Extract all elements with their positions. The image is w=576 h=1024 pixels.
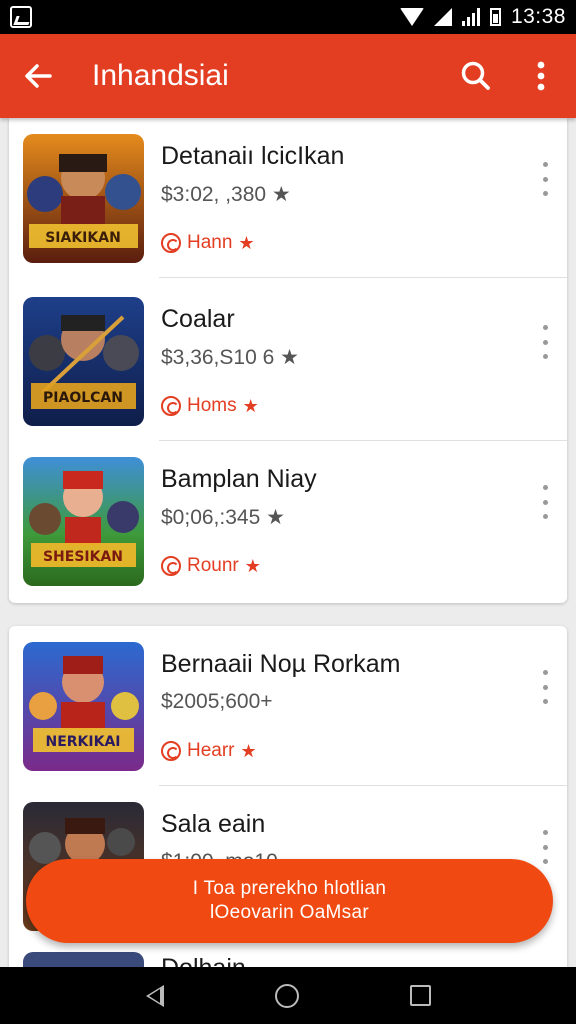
star-icon: ★ (238, 232, 255, 253)
data-bars-icon (461, 8, 480, 26)
list-item[interactable]: PIAOLCAN Coalar $3,36,S10 6 ★ Homs ★ (9, 281, 567, 441)
game-thumbnail: NERKIKAI (23, 642, 144, 771)
item-menu-button[interactable] (537, 325, 553, 359)
cta-line-1: I Toa prerekho hlotlian (192, 878, 387, 899)
wifi-icon (399, 8, 424, 26)
search-icon (461, 61, 490, 90)
star-icon: ★ (240, 740, 257, 761)
item-menu-button[interactable] (537, 162, 553, 196)
item-tag: Rounr ★ (161, 555, 261, 577)
divider (159, 277, 567, 278)
status-bar: 13:38 (0, 0, 576, 34)
nav-recents-icon[interactable] (409, 985, 431, 1006)
nav-back-icon[interactable] (145, 984, 164, 1007)
search-button[interactable] (446, 34, 506, 118)
refresh-circle-icon (161, 396, 181, 416)
item-price: $0;06,:345 ★ (161, 506, 285, 529)
list-item-partial[interactable]: Dolhain (9, 948, 567, 968)
back-button[interactable] (0, 34, 76, 118)
item-menu-button[interactable] (537, 485, 553, 519)
item-list-card: SIAKIKAN Detanaiı lcicIkan $3:02, ,380 ★… (9, 118, 567, 603)
gallery-icon (10, 6, 32, 28)
item-name: Bernaaii Noµ Rorkam (161, 650, 401, 678)
svg-text:SHESIKAN: SHESIKAN (43, 549, 123, 565)
refresh-circle-icon (161, 556, 181, 576)
overflow-menu-button[interactable] (506, 34, 576, 118)
item-name: Detanaiı lcicIkan (161, 142, 345, 170)
page-title: Inhandsiai (92, 59, 229, 92)
status-time: 13:38 (510, 5, 566, 28)
app-bar: Inhandsiai (0, 34, 576, 118)
item-menu-button[interactable] (537, 830, 553, 864)
more-vert-icon (537, 61, 545, 91)
list-item[interactable]: SHESIKAN Bamplan Niay $0;06,:345 ★ Rounr… (9, 441, 567, 601)
item-name: Sala eain (161, 810, 266, 838)
game-thumbnail: SIAKIKAN (23, 134, 144, 263)
svg-text:PIAOLCAN: PIAOLCAN (43, 390, 123, 406)
nav-home-icon[interactable] (274, 983, 299, 1008)
refresh-circle-icon (161, 741, 181, 761)
item-name: Coalar (161, 305, 235, 333)
item-price: $3,36,S10 6 ★ (161, 346, 299, 369)
battery-icon (489, 8, 501, 26)
game-thumbnail: SHESIKAN (23, 457, 144, 586)
list-item[interactable]: NERKIKAI Bernaaii Noµ Rorkam $2005;600+ … (9, 626, 567, 786)
star-icon: ★ (242, 395, 259, 416)
item-tag: Hann ★ (161, 232, 255, 254)
item-menu-button[interactable] (537, 670, 553, 704)
star-icon: ★ (244, 555, 261, 576)
status-icons: 13:38 (399, 5, 566, 29)
item-price: $2005;600+ (161, 690, 273, 713)
item-tag: Homs ★ (161, 395, 259, 417)
svg-text:SIAKIKAN: SIAKIKAN (45, 230, 121, 246)
game-thumbnail (23, 952, 144, 968)
back-arrow-icon (25, 64, 52, 88)
item-price: $3:02, ,380 ★ (161, 183, 291, 206)
promo-banner-button[interactable]: I Toa prerekho hlotlian lOeovarin OaMsar (26, 859, 553, 943)
cta-line-2: lOeovarin OaMsar (210, 902, 369, 923)
svg-text:NERKIKAI: NERKIKAI (45, 734, 120, 750)
item-name: Bamplan Niay (161, 465, 317, 493)
item-tag: Hearr ★ (161, 740, 257, 762)
game-thumbnail: PIAOLCAN (23, 297, 144, 426)
list-item[interactable]: SIAKIKAN Detanaiı lcicIkan $3:02, ,380 ★… (9, 118, 567, 278)
signal-icon (433, 8, 452, 26)
system-nav-bar (0, 967, 576, 1024)
refresh-circle-icon (161, 233, 181, 253)
